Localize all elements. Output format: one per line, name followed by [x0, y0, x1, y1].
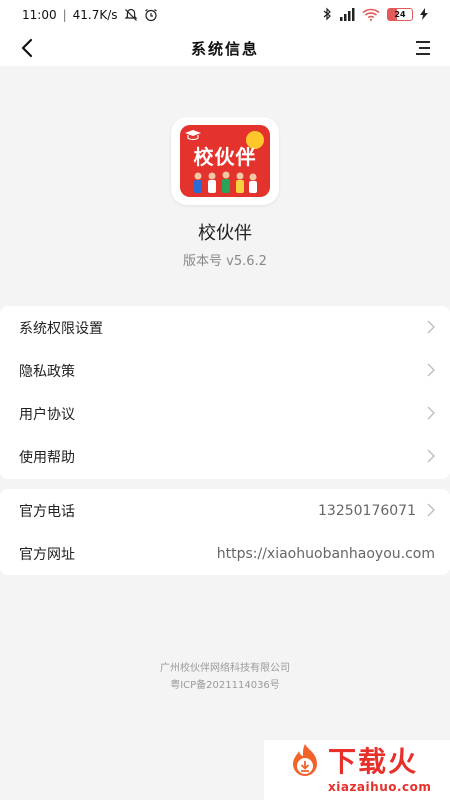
menu-item-privacy-policy[interactable]: 隐私政策 — [0, 349, 450, 392]
menu-item-permissions[interactable]: 系统权限设置 — [0, 306, 450, 349]
page-title: 系统信息 — [190, 40, 259, 58]
students-illustration-icon — [194, 171, 257, 193]
watermark-domain: xiazaihuo.com — [328, 780, 432, 794]
alarm-icon — [144, 9, 157, 22]
app-name: 校伙伴 — [198, 223, 252, 244]
company-name: 广州校伙伴网络科技有限公司 — [160, 663, 290, 674]
menu-button[interactable] — [410, 35, 436, 61]
wifi-icon — [362, 8, 380, 21]
app-logo-image: 校伙伴 — [180, 125, 270, 197]
status-bar: 11:00 | 41.7K/s 24 — [0, 0, 450, 32]
flame-logo-icon — [293, 744, 317, 776]
chevron-right-icon — [427, 363, 435, 377]
app-version: 版本号 v5.6.2 — [183, 254, 267, 269]
menu-item-official-website[interactable]: 官方网址 https://xiaohuobanhaoyou.com — [0, 532, 450, 575]
menu-item-label: 系统权限设置 — [19, 320, 103, 337]
chevron-right-icon — [427, 449, 435, 463]
status-time: 11:00 — [22, 8, 57, 22]
watermark: 下载火 xiazaihuo.com — [264, 740, 450, 800]
app-logo: 校伙伴 — [171, 117, 279, 205]
menu-item-label: 使用帮助 — [19, 449, 75, 466]
menu-item-label: 官方电话 — [19, 503, 75, 520]
menu-item-label: 用户协议 — [19, 406, 75, 423]
menu-item-user-agreement[interactable]: 用户协议 — [0, 392, 450, 435]
graduation-cap-icon — [185, 130, 201, 141]
menu-item-official-phone[interactable]: 官方电话 13250176071 — [0, 489, 450, 532]
bell-off-icon — [124, 8, 137, 21]
footer: 广州校伙伴网络科技有限公司 粤ICP备2021114036号 — [0, 660, 450, 694]
nav-bar: 系统信息 — [0, 32, 450, 66]
menu-item-label: 隐私政策 — [19, 363, 75, 380]
menu-item-label: 官方网址 — [19, 546, 75, 563]
chevron-right-icon — [427, 503, 435, 517]
menu-icon — [416, 41, 430, 55]
status-network-speed: 41.7K/s — [72, 8, 118, 22]
menu-item-help[interactable]: 使用帮助 — [0, 435, 450, 478]
chevron-right-icon — [427, 320, 435, 334]
icp-number: 粤ICP备2021114036号 — [170, 680, 280, 691]
battery-indicator: 24 — [387, 7, 413, 21]
website-url: https://xiaohuobanhaoyou.com — [216, 545, 435, 562]
bluetooth-icon — [323, 7, 331, 21]
charging-icon — [420, 8, 428, 20]
status-separator: | — [62, 8, 67, 22]
chevron-right-icon — [427, 406, 435, 420]
phone-number: 13250176071 — [318, 502, 416, 519]
status-bar-left: 11:00 | 41.7K/s — [22, 8, 158, 22]
contact-info-card: 官方电话 13250176071 官方网址 https://xiaohuoban… — [0, 489, 450, 575]
settings-menu-card: 系统权限设置 隐私政策 用户协议 使用帮助 — [0, 306, 450, 479]
watermark-text: 下载火 — [328, 745, 419, 778]
signal-icon — [340, 7, 355, 21]
status-bar-right: 24 — [323, 7, 428, 21]
app-logo-text: 校伙伴 — [193, 145, 257, 169]
